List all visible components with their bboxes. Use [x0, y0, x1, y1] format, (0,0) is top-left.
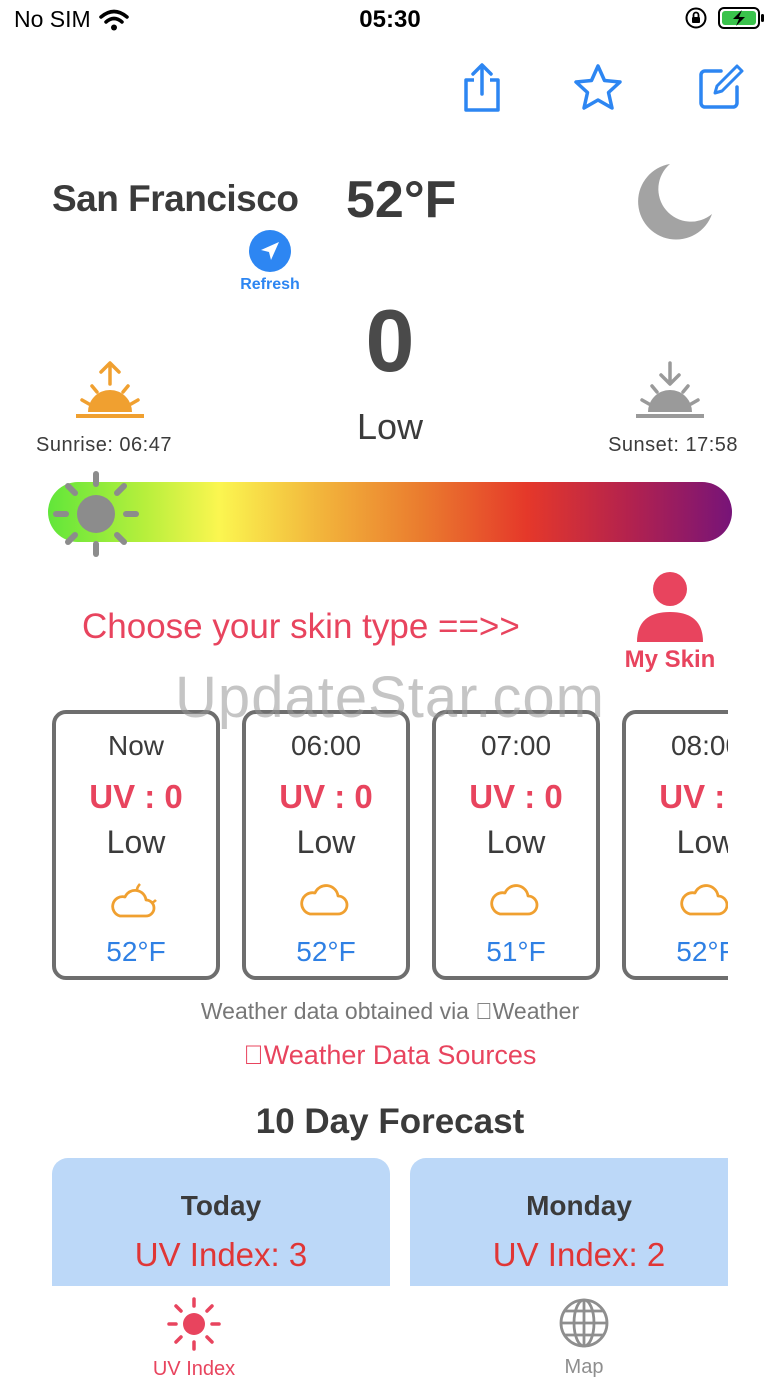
hour-time: 08:00: [670, 730, 728, 761]
edit-button[interactable]: [692, 58, 748, 118]
orientation-lock-icon: [685, 7, 707, 29]
sun-icon: [167, 1297, 221, 1351]
battery-charging-icon: [718, 7, 764, 29]
skin-type-prompt[interactable]: Choose your skin type ==>>: [82, 607, 520, 647]
daily-forecast-scroller[interactable]: Today UV Index: 3 Monday UV Index: 2: [52, 1158, 728, 1286]
hour-uv: UV : 0: [659, 778, 728, 815]
hour-uv-level: Low: [106, 824, 166, 860]
hourly-card[interactable]: Now UV : 0 Low 52°F: [52, 710, 220, 980]
hour-uv: UV : 0: [279, 778, 373, 815]
day-uv-index: UV Index: 2: [492, 1236, 666, 1273]
weather-data-sources-link[interactable]: Weather Data Sources: [0, 1040, 780, 1071]
hour-uv: UV : 0: [469, 778, 563, 815]
tab-bar: UV Index Map: [0, 1286, 780, 1387]
favorite-button[interactable]: [570, 58, 626, 118]
person-icon: [637, 572, 703, 642]
tab-map-label: Map: [564, 1356, 604, 1378]
hour-uv-level: Low: [486, 824, 546, 860]
city-name: San Francisco: [52, 178, 299, 219]
hour-temperature: 52°F: [106, 936, 166, 967]
hourly-card[interactable]: 06:00 UV : 0 Low 52°F: [242, 710, 410, 980]
hour-time: 06:00: [290, 730, 362, 761]
tab-map[interactable]: Map: [494, 1296, 674, 1379]
hour-time: Now: [107, 730, 164, 761]
day-name: Today: [180, 1190, 262, 1221]
day-name: Monday: [526, 1190, 632, 1221]
forecast-title: 10 Day Forecast: [255, 1102, 525, 1141]
edit-icon: [699, 64, 744, 109]
cloud-moon-icon: [56, 880, 216, 920]
current-temperature: 52°F: [346, 171, 457, 229]
uv-scale-marker[interactable]: [52, 470, 140, 563]
daily-forecast-card[interactable]: Today UV Index: 3: [52, 1158, 390, 1286]
star-icon: [574, 64, 622, 110]
hour-uv-level: Low: [676, 824, 728, 860]
hour-uv: UV : 0: [89, 778, 183, 815]
daily-forecast-card[interactable]: Monday UV Index: 2: [410, 1158, 728, 1286]
sun-marker-icon: [53, 471, 139, 557]
hour-temperature: 52°F: [676, 936, 728, 967]
hour-uv-level: Low: [296, 824, 356, 860]
cloud-icon: [436, 880, 596, 920]
day-uv-index: UV Index: 3: [134, 1236, 308, 1273]
hour-temperature: 51°F: [486, 936, 546, 967]
hour-time: 07:00: [480, 730, 552, 761]
weather-attribution: Weather data obtained via Weather: [201, 998, 579, 1024]
moon-icon: [626, 158, 718, 255]
share-button[interactable]: [454, 58, 510, 118]
hourly-forecast-scroller[interactable]: Now UV : 0 Low 52°F 06:00 UV : 0 Low 52°…: [52, 710, 728, 982]
uv-scale-bar: [48, 482, 732, 542]
hourly-card[interactable]: 08:00 UV : 0 Low 52°F: [622, 710, 728, 980]
hour-temperature: 52°F: [296, 936, 356, 967]
sunrise-icon: [74, 360, 146, 427]
sunset-time: Sunset: 17:58: [608, 434, 738, 456]
sunrise-time: Sunrise: 06:47: [36, 434, 172, 456]
location-arrow-icon: [249, 230, 291, 272]
my-skin-button[interactable]: My Skin: [614, 570, 726, 674]
refresh-location-button[interactable]: Refresh: [226, 230, 314, 294]
sunset-icon: [634, 360, 706, 427]
tab-uv-index-label: UV Index: [152, 1358, 236, 1380]
status-bar-right: [684, 6, 766, 30]
cloud-icon: [626, 880, 728, 920]
watermark: UpdateStar.com: [175, 665, 605, 730]
tab-uv-index[interactable]: UV Index: [104, 1296, 284, 1381]
globe-icon: [559, 1298, 609, 1348]
cloud-icon: [246, 880, 406, 920]
share-icon: [464, 63, 500, 112]
status-time: 05:30: [359, 6, 421, 33]
hourly-card[interactable]: 07:00 UV : 0 Low 51°F: [432, 710, 600, 980]
